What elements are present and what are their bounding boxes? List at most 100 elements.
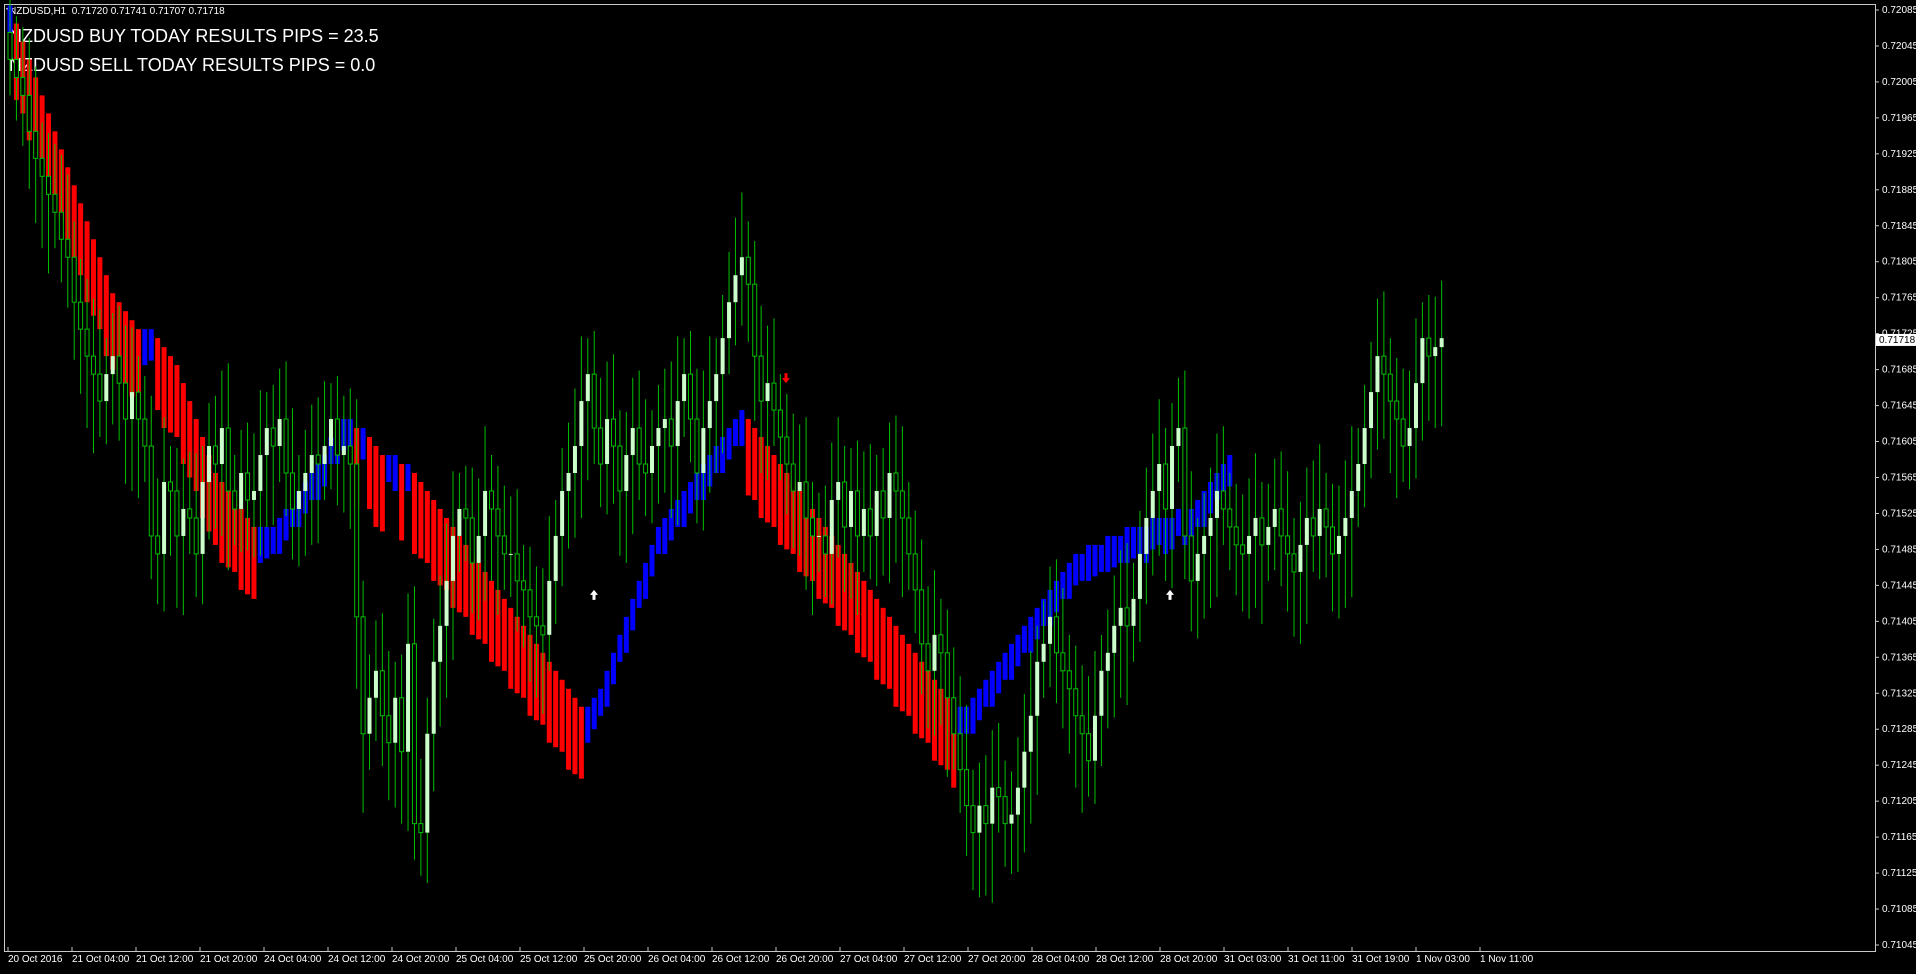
- y-tick-label: 0.72005: [1882, 77, 1916, 88]
- band-up-bar: [976, 688, 982, 721]
- bear-candle: [168, 481, 173, 492]
- bear-candle: [527, 589, 533, 618]
- y-tick-label: 0.71765: [1882, 293, 1916, 304]
- band-up-bar: [360, 428, 366, 460]
- bull-candle: [1298, 544, 1303, 572]
- bear-candle: [745, 256, 751, 285]
- bull-candle: [373, 670, 378, 698]
- bull-candle: [110, 356, 115, 375]
- bear-candle: [225, 427, 231, 492]
- bull-candle: [1009, 814, 1014, 824]
- bear-candle: [1240, 544, 1246, 555]
- bear-candle: [33, 130, 39, 159]
- trend-band-layer: [7, 5, 1233, 788]
- band-down-bar: [559, 679, 565, 752]
- bear-candle: [148, 445, 154, 537]
- bull-candle: [1413, 383, 1418, 429]
- bear-candle: [854, 490, 860, 537]
- x-tick-label: 26 Oct 04:00: [648, 954, 706, 965]
- bear-candle: [495, 508, 501, 537]
- y-tick-label: 0.71325: [1882, 688, 1916, 699]
- bull-candle: [129, 392, 134, 420]
- bull-candle: [739, 257, 744, 276]
- band-up-bar: [1098, 544, 1104, 572]
- band-down-bar: [867, 589, 873, 662]
- bear-candle: [283, 418, 289, 474]
- bear-candle: [521, 580, 527, 591]
- x-tick-label: 31 Oct 19:00: [1352, 954, 1410, 965]
- band-up-bar: [1131, 526, 1136, 559]
- bear-candle: [187, 508, 193, 519]
- band-up-bar: [1079, 553, 1085, 581]
- bull-candle: [1144, 517, 1149, 554]
- band-up-bar: [726, 428, 732, 460]
- band-up-bar: [591, 697, 597, 730]
- bull-candle: [662, 419, 667, 429]
- band-down-bar: [861, 580, 867, 658]
- x-tick-label: 27 Oct 20:00: [968, 954, 1026, 965]
- bear-candle: [1227, 508, 1233, 528]
- bear-candle: [810, 517, 815, 537]
- bull-candle: [605, 419, 610, 465]
- band-up-bar: [264, 526, 270, 559]
- y-tick-label: 0.71605: [1882, 437, 1916, 448]
- bear-candle: [135, 391, 141, 420]
- band-up-bar: [732, 419, 738, 447]
- candlestick-chart[interactable]: 0.72085 0.72045 0.72005 0.71965 0.71925 0.718…: [0, 0, 1916, 974]
- bear-candle: [142, 418, 148, 447]
- bear-candle: [52, 193, 58, 213]
- band-down-bar: [431, 499, 437, 581]
- bull-candle: [393, 697, 398, 743]
- bull-candle: [277, 419, 282, 447]
- bear-candle: [790, 463, 796, 492]
- bull-candle: [836, 481, 841, 500]
- bull-candle: [264, 428, 269, 456]
- bull-candle: [450, 535, 455, 581]
- bear-candle: [501, 535, 507, 555]
- band-down-bar: [572, 697, 578, 775]
- band-up-bar: [983, 679, 989, 707]
- bear-candle: [1233, 526, 1239, 546]
- bear-candle: [1060, 652, 1066, 672]
- x-tick-label: 28 Oct 20:00: [1160, 954, 1218, 965]
- bear-candle: [71, 256, 77, 303]
- bull-candle: [431, 661, 436, 734]
- bear-candle: [1188, 535, 1194, 582]
- y-tick-label: 0.71685: [1882, 365, 1916, 376]
- bear-candle: [1073, 688, 1079, 717]
- x-tick-label: 31 Oct 11:00: [1288, 954, 1345, 965]
- bull-candle: [1208, 517, 1213, 536]
- bull-candle: [887, 473, 892, 518]
- band-up-bar: [1175, 508, 1181, 536]
- bear-candle: [919, 589, 925, 645]
- bear-candle: [533, 616, 539, 627]
- x-tick-label: 28 Oct 12:00: [1096, 954, 1154, 965]
- y-tick-label: 0.71285: [1882, 724, 1916, 735]
- y-tick-label: 0.71925: [1882, 149, 1916, 160]
- bear-candle: [1387, 373, 1393, 402]
- bull-candle: [547, 580, 552, 635]
- bear-candle: [90, 355, 96, 375]
- bull-candle: [656, 428, 661, 447]
- bear-candle: [925, 643, 931, 672]
- bear-candle: [84, 328, 90, 357]
- bull-candle: [1317, 508, 1322, 536]
- band-up-bar: [996, 661, 1002, 694]
- band-up-bar: [1105, 535, 1111, 572]
- bull-candle: [727, 302, 732, 339]
- band-down-bar: [174, 365, 180, 438]
- bull-candle: [296, 490, 301, 509]
- bull-candle: [579, 401, 584, 447]
- bull-candle: [1028, 715, 1033, 752]
- current-price-label: 0.71718: [1879, 335, 1916, 346]
- x-tick-label: 1 Nov 03:00: [1416, 954, 1470, 965]
- bear-candle: [334, 418, 340, 456]
- bull-candle: [1247, 535, 1252, 554]
- bull-candle: [553, 535, 558, 581]
- bull-candle: [508, 553, 513, 555]
- bear-candle: [26, 94, 32, 132]
- bull-candle: [1137, 553, 1142, 599]
- bull-candle: [977, 805, 982, 833]
- band-down-bar: [566, 688, 572, 770]
- y-tick-label: 0.71165: [1882, 832, 1916, 843]
